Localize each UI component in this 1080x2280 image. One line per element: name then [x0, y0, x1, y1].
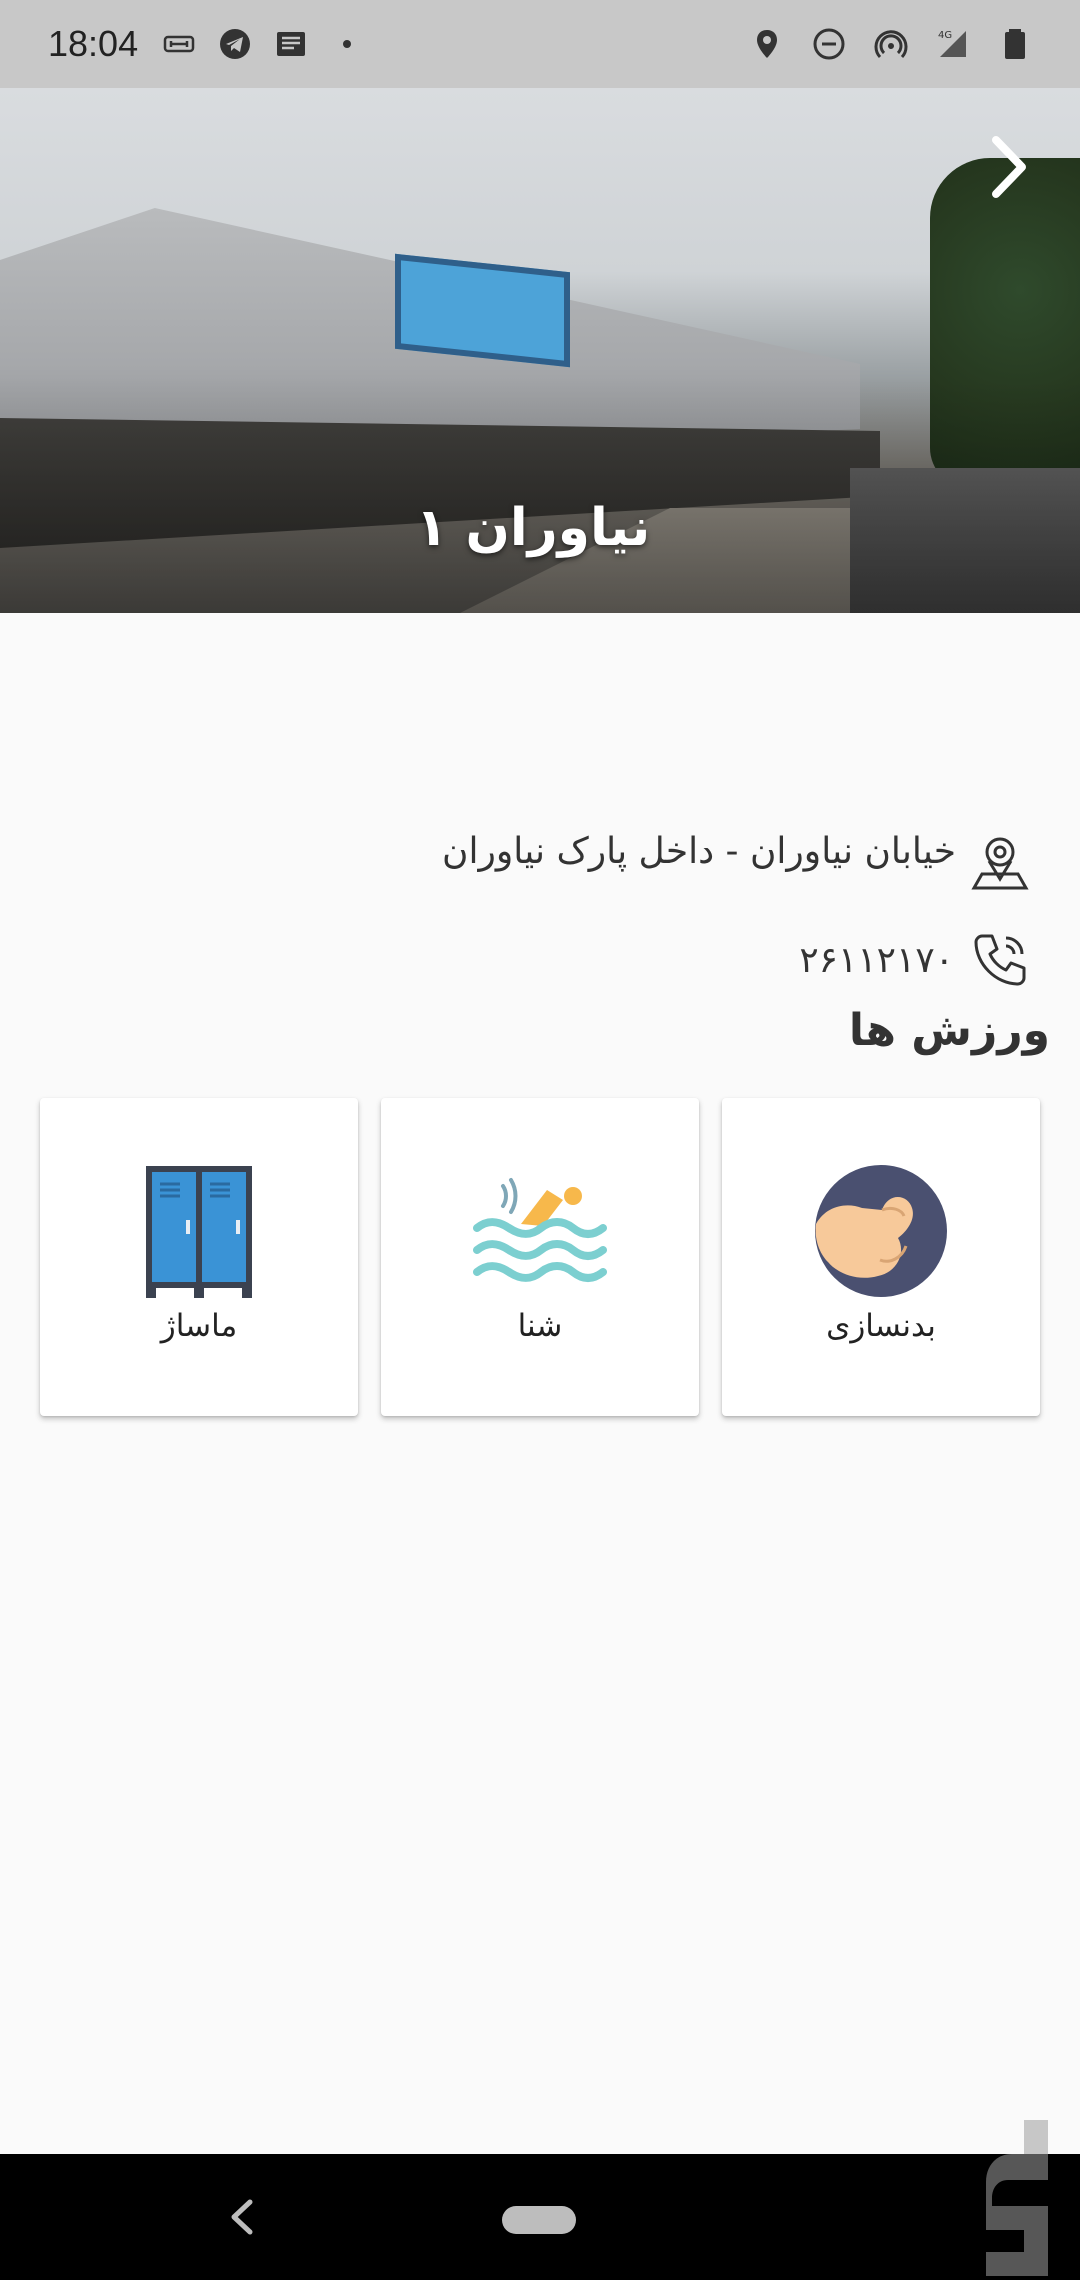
address-text: خیابان نیاوران - داخل پارک نیاوران [442, 830, 956, 872]
signal-4g-icon: 4G [936, 27, 970, 61]
svg-text:4G: 4G [938, 30, 952, 41]
phone-row[interactable]: ۲۶۱۱۲۱۷۰ [799, 928, 1032, 992]
phone-text[interactable]: ۲۶۱۱۲۱۷۰ [799, 940, 954, 981]
back-icon[interactable] [228, 2198, 256, 2236]
sport-label: شنا [517, 1308, 563, 1344]
sport-label: ماساژ [160, 1308, 238, 1344]
cast-icon [162, 27, 196, 61]
status-bar: 18:04 4G [0, 0, 1080, 88]
hotspot-icon [874, 27, 908, 61]
status-system-icons: 4G [750, 27, 1032, 61]
battery-icon [998, 27, 1032, 61]
watermark-logo [978, 2118, 1068, 2278]
sport-card-swimming[interactable]: شنا [381, 1098, 699, 1416]
dot-icon [330, 27, 364, 61]
address-row: خیابان نیاوران - داخل پارک نیاوران [442, 810, 1032, 892]
sport-label: بدنسازی [826, 1308, 936, 1344]
home-pill-icon[interactable] [502, 2206, 576, 2234]
telegram-icon [218, 27, 252, 61]
location-icon [750, 27, 784, 61]
news-icon [274, 27, 308, 61]
sports-section-title: ورزش ها [848, 1005, 1050, 1056]
status-notification-icons [162, 27, 364, 61]
phone-icon[interactable] [968, 928, 1032, 992]
status-time: 18:04 [48, 23, 139, 64]
sport-card-massage[interactable]: ماساژ [40, 1098, 358, 1416]
sports-grid: بدنسازی شنا ماساژ [40, 1098, 1040, 1416]
locker-icon [132, 1164, 266, 1298]
map-pin-icon [970, 830, 1032, 892]
chevron-right-icon[interactable] [984, 132, 1034, 202]
sport-card-bodybuilding[interactable]: بدنسازی [722, 1098, 1040, 1416]
hero-image: نیاوران ۱ [0, 88, 1080, 613]
bodybuilding-icon [814, 1164, 948, 1298]
swimming-icon [473, 1164, 607, 1298]
dnd-icon [812, 27, 846, 61]
venue-title: نیاوران ۱ [415, 498, 651, 558]
system-nav-bar [0, 2154, 1080, 2280]
